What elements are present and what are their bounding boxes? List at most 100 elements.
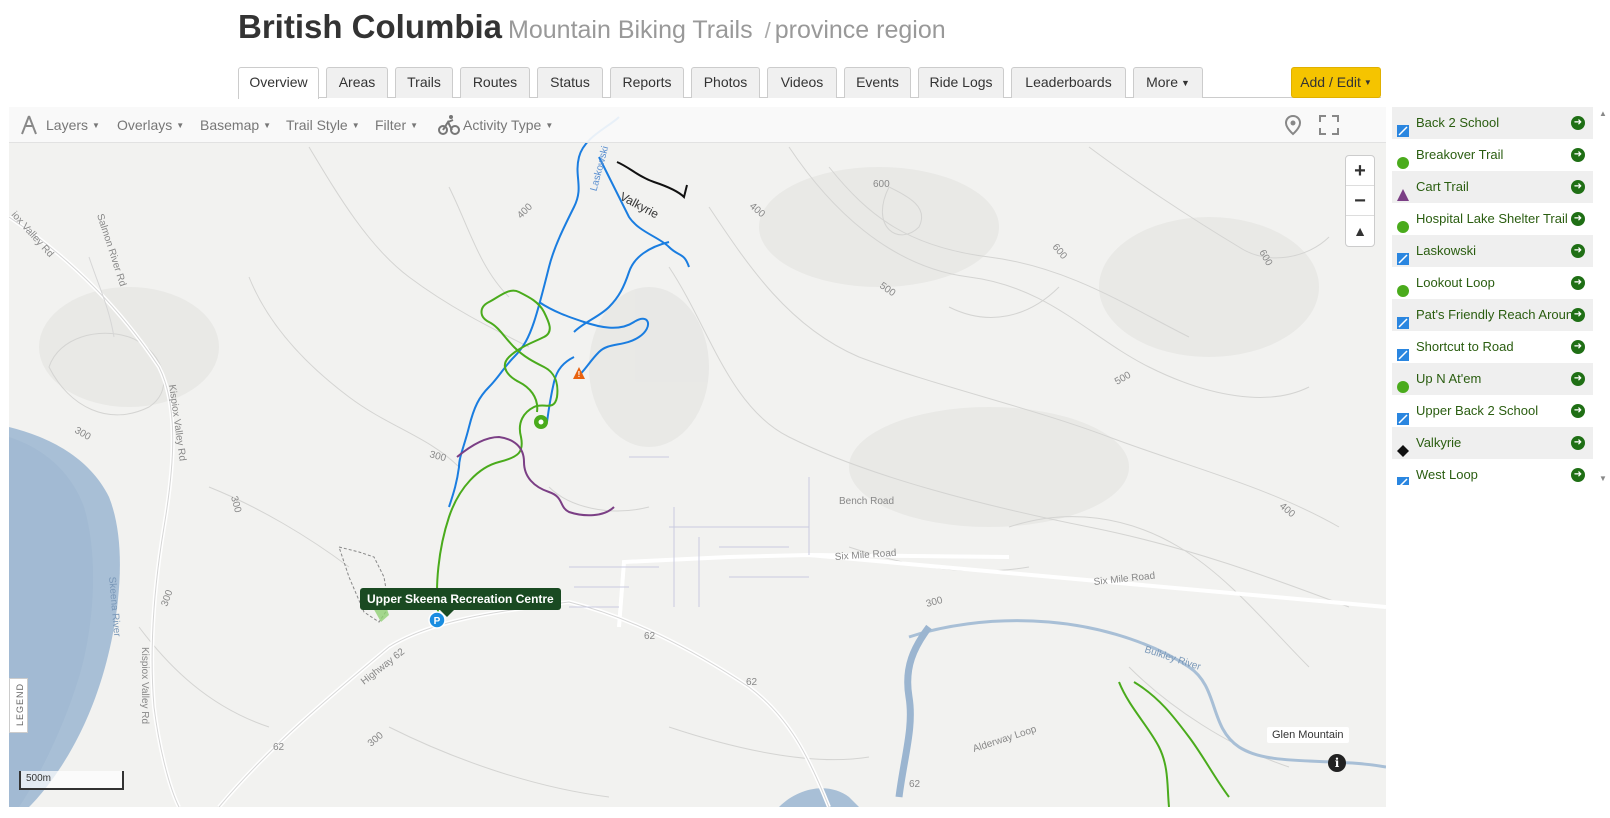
trail-list-item[interactable]: West Loop ➜ [1392, 459, 1593, 485]
trail-name[interactable]: West Loop [1416, 467, 1478, 482]
trail-name[interactable]: Breakover Trail [1416, 147, 1503, 162]
tab-routes[interactable]: Routes [460, 67, 530, 98]
tab-reports[interactable]: Reports [610, 67, 684, 98]
trail-list-item[interactable]: Breakover Trail ➜ [1392, 139, 1593, 171]
fullscreen-icon[interactable] [1317, 113, 1341, 137]
overlays-dropdown[interactable]: Overlays ▼ [117, 107, 184, 143]
trail-name[interactable]: Pat's Friendly Reach Around [1416, 307, 1580, 322]
green-circle-icon [1397, 373, 1409, 393]
arrow-right-circle-icon[interactable]: ➜ [1571, 340, 1585, 354]
arrow-right-circle-icon[interactable]: ➜ [1571, 436, 1585, 450]
region-kind-link[interactable]: province region [775, 16, 946, 44]
contour-300-label-3: 300 [228, 495, 243, 514]
tab-events[interactable]: Events [844, 67, 911, 98]
arrow-right-circle-icon[interactable]: ➜ [1571, 372, 1585, 386]
arrow-right-circle-icon[interactable]: ➜ [1571, 148, 1585, 162]
zoom-in-button[interactable]: + [1346, 156, 1374, 186]
contour-300-label-6: 300 [925, 595, 944, 610]
contour-300-label-5: 300 [366, 730, 386, 749]
tab-more-dropdown[interactable]: More ▼ [1133, 67, 1203, 98]
tab-overview[interactable]: Overview [238, 67, 319, 99]
arrow-right-circle-icon[interactable]: ➜ [1571, 308, 1585, 322]
compass-reset-button[interactable]: ▲ [1346, 216, 1374, 246]
trail-list-item[interactable]: Shortcut to Road ➜ [1392, 331, 1593, 363]
tab-trails[interactable]: Trails [395, 67, 453, 98]
poi-tooltip[interactable]: Upper Skeena Recreation Centre [360, 588, 561, 617]
scroll-down-icon[interactable]: ▼ [1599, 474, 1607, 483]
road-62-label-3: 62 [273, 742, 285, 753]
arrow-right-circle-icon[interactable]: ➜ [1571, 244, 1585, 258]
contour-300-label-4: 300 [159, 588, 175, 608]
trail-name[interactable]: Laskowski [1416, 243, 1476, 258]
zoom-out-button[interactable]: − [1346, 186, 1374, 216]
trail-style-dropdown[interactable]: Trail Style ▼ [286, 107, 360, 143]
road-62-label-2: 62 [746, 677, 758, 688]
trail-name[interactable]: Upper Back 2 School [1416, 403, 1538, 418]
trail-list-item[interactable]: Lookout Loop ➜ [1392, 267, 1593, 299]
trail-list-item[interactable]: Back 2 School ➜ [1392, 107, 1593, 139]
basemap-dropdown[interactable]: Basemap ▼ [200, 107, 271, 143]
caret-down-icon: ▼ [176, 121, 185, 130]
tab-areas[interactable]: Areas [326, 67, 388, 98]
warning-marker-icon[interactable]: ! [573, 367, 585, 379]
trail-name[interactable]: Hospital Lake Shelter Trail [1416, 211, 1568, 226]
hiker-icon [21, 115, 37, 135]
trail-name[interactable]: Lookout Loop [1416, 275, 1495, 290]
layers-dropdown[interactable]: Layers ▼ [46, 107, 100, 143]
trail-list-item[interactable]: Laskowski ➜ [1392, 235, 1593, 267]
svg-text:P: P [434, 616, 441, 627]
scroll-up-icon[interactable]: ▲ [1599, 109, 1607, 118]
kispiox-valley-rd-label-2: Kispiox Valley Rd [139, 647, 150, 724]
svg-text:!: ! [578, 370, 581, 379]
trail-list-item[interactable]: Up N At'em ➜ [1392, 363, 1593, 395]
arrow-right-circle-icon[interactable]: ➜ [1571, 468, 1585, 482]
tab-status[interactable]: Status [537, 67, 603, 98]
caret-down-icon: ▼ [545, 121, 554, 130]
road-62-label-4: 62 [909, 779, 921, 790]
filter-dropdown[interactable]: Filter ▼ [375, 107, 418, 143]
trail-name[interactable]: Shortcut to Road [1416, 339, 1514, 354]
arrow-right-circle-icon[interactable]: ➜ [1571, 212, 1585, 226]
trail-name[interactable]: Valkyrie [1416, 435, 1461, 450]
trail-name[interactable]: Up N At'em [1416, 371, 1481, 386]
trail-list-item[interactable]: Pat's Friendly Reach Around ➜ [1392, 299, 1593, 331]
tab-photos[interactable]: Photos [691, 67, 760, 98]
activity-type-dropdown[interactable]: Activity Type ▼ [463, 107, 553, 143]
trail-list-item[interactable]: Hospital Lake Shelter Trail ➜ [1392, 203, 1593, 235]
arrow-right-circle-icon[interactable]: ➜ [1571, 116, 1585, 130]
contour-300-label-2: 300 [428, 449, 447, 464]
map-toolbar: Layers ▼ Overlays ▼ Basemap ▼ Trail Style ▼ … [9, 107, 1386, 143]
info-icon[interactable]: i [1328, 754, 1346, 772]
region-title: British Columbia [238, 8, 503, 45]
blue-square-icon [1397, 469, 1409, 485]
kispiox-valley-rd-label-top: iox Valley Rd [9, 210, 56, 260]
tab-leaderboards[interactable]: Leaderboards [1011, 67, 1126, 98]
blue-square-icon [1397, 309, 1409, 329]
blue-square-icon [1397, 341, 1409, 361]
arrow-right-circle-icon[interactable]: ➜ [1571, 404, 1585, 418]
lookout-marker-icon[interactable] [534, 415, 548, 429]
location-pin-icon[interactable] [1281, 113, 1305, 137]
arrow-right-circle-icon[interactable]: ➜ [1571, 276, 1585, 290]
add-edit-button[interactable]: Add / Edit ▼ [1291, 67, 1381, 98]
salmon-river-rd-label: Salmon River Rd [94, 213, 128, 288]
caret-down-icon: ▼ [410, 121, 419, 130]
zoom-controls: + − ▲ [1345, 155, 1375, 247]
arrow-right-circle-icon[interactable]: ➜ [1571, 180, 1585, 194]
page-header: British Columbia Mountain Biking Trails / p… [238, 8, 946, 52]
green-circle-icon [1397, 213, 1409, 233]
caret-down-icon: ▼ [1363, 78, 1372, 87]
trail-list: Back 2 School ➜ Breakover Trail ➜ Cart Trail… [1392, 107, 1593, 485]
legend-toggle[interactable]: LEGEND [9, 678, 28, 733]
tab-ride-logs[interactable]: Ride Logs [918, 67, 1004, 98]
trail-list-item[interactable]: Upper Back 2 School ➜ [1392, 395, 1593, 427]
trail-list-item[interactable]: Cart Trail ➜ [1392, 171, 1593, 203]
tab-videos[interactable]: Videos [767, 67, 837, 98]
contour-600-label: 600 [873, 179, 890, 190]
blue-square-icon [1397, 405, 1409, 425]
trail-list-item[interactable]: Valkyrie ➜ [1392, 427, 1593, 459]
map-canvas[interactable]: Skeena River ! P Laskowski Valkyrie Benc… [9, 107, 1386, 807]
trail-name[interactable]: Back 2 School [1416, 115, 1499, 130]
trail-name[interactable]: Cart Trail [1416, 179, 1469, 194]
trail-list-scrollbar[interactable]: ▲ ▼ [1597, 107, 1609, 485]
